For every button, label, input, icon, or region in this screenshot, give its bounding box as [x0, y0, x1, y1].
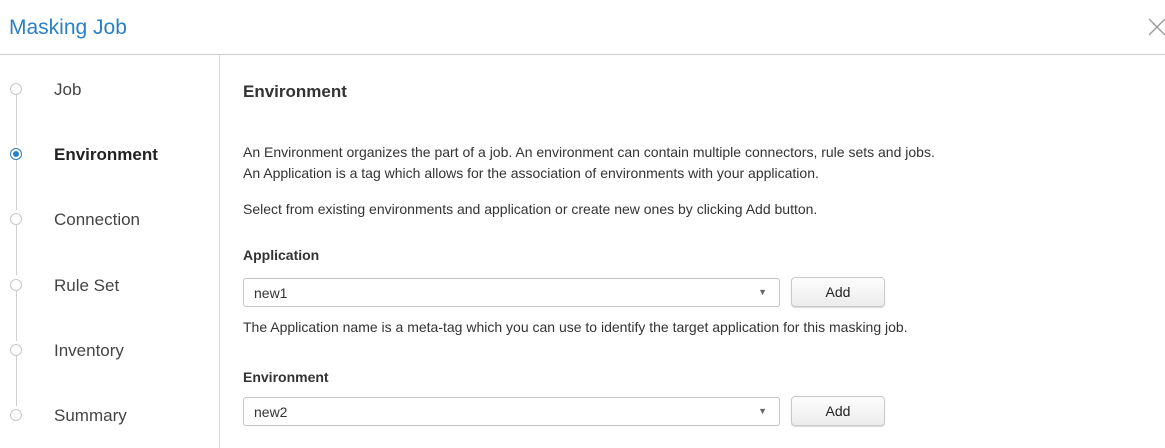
step-label: Summary: [54, 406, 127, 425]
step-environment[interactable]: Environment: [0, 137, 219, 173]
step-summary[interactable]: Summary: [0, 398, 219, 434]
dropdown-arrow-icon: ▼: [758, 287, 767, 297]
add-application-button[interactable]: Add: [791, 277, 885, 307]
description-line-1: An Environment organizes the part of a j…: [243, 144, 935, 160]
step-radio-icon: [10, 213, 22, 225]
step-radio-icon: [10, 83, 22, 95]
step-radio-icon: [10, 409, 22, 421]
instructions-text: Select from existing environments and ap…: [243, 201, 818, 217]
environment-select-value: new2: [254, 404, 288, 420]
step-label: Job: [54, 80, 82, 99]
step-radio-icon: [10, 344, 22, 356]
dropdown-arrow-icon: ▼: [758, 406, 767, 416]
step-job[interactable]: Job: [0, 72, 219, 108]
step-radio-icon: [10, 279, 22, 291]
step-radio-selected-icon: [10, 148, 22, 160]
application-select-value: new1: [254, 285, 288, 301]
description-line-2: An Application is a tag which allows for…: [243, 165, 819, 181]
application-label: Application: [243, 247, 320, 263]
close-icon[interactable]: [1145, 14, 1165, 40]
sidebar-divider: [219, 55, 220, 448]
application-select[interactable]: new1 ▼: [243, 278, 780, 307]
step-rule-set[interactable]: Rule Set: [0, 268, 219, 304]
wizard-steps-sidebar: Job Environment Connection Rule Set Inve…: [0, 55, 220, 448]
step-label: Connection: [54, 210, 141, 229]
section-title: Environment: [243, 82, 347, 101]
step-label: Environment: [54, 145, 158, 164]
step-inventory[interactable]: Inventory: [0, 333, 219, 369]
dialog-title: Masking Job: [9, 16, 127, 39]
step-label: Inventory: [54, 341, 124, 360]
step-connection[interactable]: Connection: [0, 202, 219, 238]
environment-select[interactable]: new2 ▼: [243, 397, 780, 426]
environment-label: Environment: [243, 369, 329, 385]
add-environment-button[interactable]: Add: [791, 396, 885, 426]
step-label: Rule Set: [54, 276, 120, 295]
application-help-text: The Application name is a meta-tag which…: [243, 319, 908, 335]
